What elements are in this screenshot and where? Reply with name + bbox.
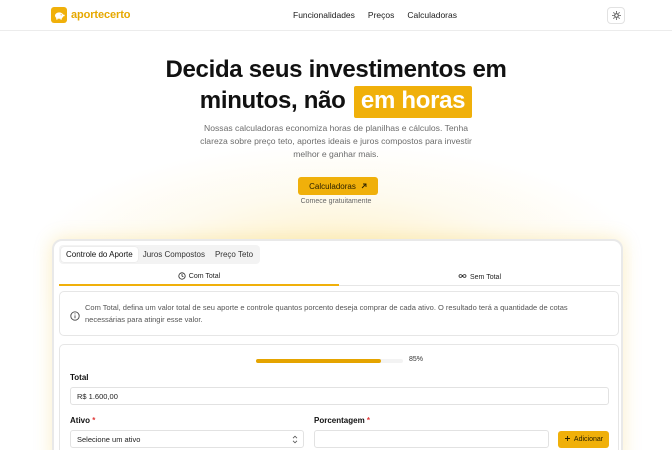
add-asset-label: Adicionar [573, 436, 604, 443]
tab-controle-do-aporte[interactable]: Controle do Aporte [61, 247, 138, 262]
ativo-label-text: Ativo [70, 416, 90, 425]
hero-subtitle: Nossas calculadoras economiza horas de p… [200, 123, 472, 159]
info-text: Com Total, defina um valor total de seu … [85, 303, 568, 324]
required-mark: * [92, 416, 96, 425]
total-input[interactable]: R$ 1.600,00 [70, 387, 609, 405]
tab-juros-compostos[interactable]: Juros Compostos [138, 247, 210, 262]
plus-icon [564, 435, 571, 444]
nav-item-funcionalidades[interactable]: Funcionalidades [293, 10, 355, 20]
info-alert: Com Total, defina um valor total de seu … [59, 291, 619, 336]
cta-note: Comece gratuitamente [300, 198, 372, 205]
hero-title-line1: Decida seus investimentos em [165, 56, 507, 83]
porcentagem-label-text: Porcentagem [314, 416, 365, 425]
subtab-com-total[interactable]: Com Total [59, 269, 339, 286]
logo[interactable]: aportecerto [51, 7, 131, 23]
porcentagem-input[interactable] [314, 430, 549, 448]
mode-subtabs: Com Total Sem Total [59, 269, 620, 286]
subtab-sem-total-label: Sem Total [470, 273, 501, 281]
porcentagem-label: Porcentagem * [314, 416, 370, 425]
tab-preco-teto[interactable]: Preço Teto [210, 247, 258, 262]
infinity-icon [458, 273, 467, 281]
piggy-bank-icon [51, 7, 67, 23]
ativo-select-value: Selecione um ativo [77, 434, 141, 444]
total-label: Total [70, 373, 89, 382]
clock-icon [178, 271, 186, 282]
required-mark: * [366, 416, 371, 425]
calculator-card: Controle do Aporte Juros Compostos Preço… [52, 239, 623, 450]
info-icon [70, 308, 80, 326]
sun-icon [611, 7, 621, 25]
allocation-progress-label: 85% [409, 356, 424, 363]
allocation-form: 85% Total R$ 1.600,00 Ativo * Selecione … [59, 344, 619, 450]
cta-label: Calculadoras [309, 181, 356, 191]
add-asset-button[interactable]: Adicionar [558, 431, 609, 448]
hero-title-prefix: minutos, não [199, 87, 346, 114]
hero-title-highlight: em horas [353, 86, 473, 118]
allocation-progress-bar [256, 359, 403, 363]
allocation-progress-fill [256, 359, 381, 363]
chevron-up-down-icon [292, 435, 298, 446]
subtab-com-total-label: Com Total [188, 273, 221, 280]
subtab-sem-total[interactable]: Sem Total [339, 269, 620, 286]
arrow-up-right-icon [361, 182, 367, 191]
ativo-label: Ativo * [70, 416, 95, 425]
nav-item-calculadoras[interactable]: Calculadoras [407, 10, 457, 20]
brand-name: aportecerto [71, 9, 131, 21]
total-value: R$ 1.600,00 [77, 391, 118, 401]
nav-item-precos[interactable]: Preços [368, 10, 394, 20]
calculadoras-cta-button[interactable]: Calculadoras [298, 177, 378, 195]
top-navbar: aportecerto Funcionalidades Preços Calcu… [0, 0, 672, 31]
hero-title-line2: minutos, não em horas [0, 86, 672, 118]
ativo-select[interactable]: Selecione um ativo [70, 430, 304, 448]
main-nav: Funcionalidades Preços Calculadoras [293, 10, 457, 20]
theme-toggle-button[interactable] [607, 7, 625, 24]
calculator-tabs: Controle do Aporte Juros Compostos Preço… [59, 245, 261, 264]
